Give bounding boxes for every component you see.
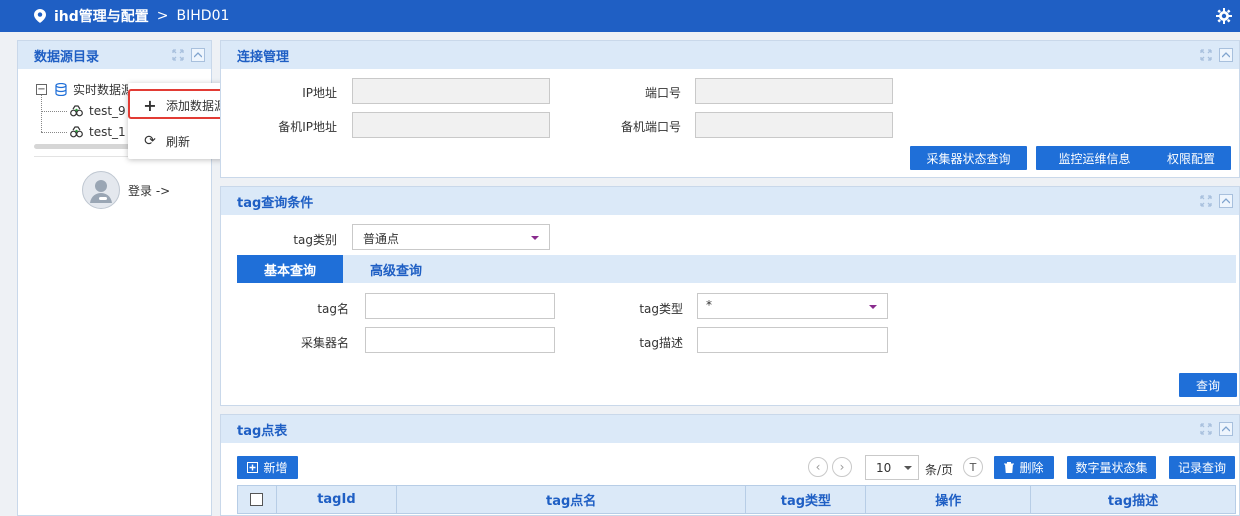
collapse-icon[interactable] [1219, 194, 1233, 208]
tag-query-panel-title: tag查询条件 [237, 195, 314, 211]
location-pin-icon [34, 9, 48, 23]
connection-node-icon [70, 126, 83, 138]
collector-name-label: 采集器名 [300, 336, 349, 350]
per-page-label: 条/页 [925, 463, 954, 477]
maximize-icon[interactable] [1199, 48, 1213, 62]
top-bar: ihd管理与配置 > BIHD01 [0, 0, 1240, 32]
breadcrumb-separator: > [156, 8, 169, 24]
tag-type-value: * [706, 298, 712, 312]
chevron-down-icon [869, 305, 877, 309]
permission-config-button[interactable]: 权限配置 [1151, 146, 1231, 170]
tag-type-select[interactable]: * [697, 293, 888, 319]
next-page-icon[interactable]: › [832, 457, 852, 477]
monitor-ops-button[interactable]: 监控运维信息 [1036, 146, 1153, 170]
tree-connector [41, 95, 42, 132]
tag-table: tagId tag点名 tag类型 操作 tag描述 [237, 485, 1236, 514]
backup-port-label: 备机端口号 [620, 120, 681, 134]
collector-status-button[interactable]: 采集器状态查询 [910, 146, 1027, 170]
tag-table-panel-header: tag点表 [221, 415, 1239, 443]
tree-node-child[interactable]: test_9 [70, 104, 126, 118]
page-size-select[interactable]: 10 [865, 455, 919, 480]
column-tag-desc[interactable]: tag描述 [1030, 485, 1236, 514]
connection-panel: 连接管理 IP地址 端口号 备机IP地址 备机端口号 采集器状态查询 监控运维信… [220, 40, 1240, 178]
prev-page-icon[interactable]: ‹ [808, 457, 828, 477]
tab-basic-query[interactable]: 基本查询 [237, 255, 343, 283]
add-button[interactable]: 新增 [237, 456, 298, 479]
tree-connector [41, 111, 67, 112]
delete-button[interactable]: 删除 [994, 456, 1054, 479]
tag-query-panel-header: tag查询条件 [221, 187, 1239, 215]
tree-node-realtime[interactable]: − 实时数据源 [36, 81, 133, 98]
maximize-icon[interactable] [171, 48, 185, 62]
add-button-label: 新增 [263, 461, 288, 475]
text-format-icon[interactable]: T [963, 457, 983, 477]
database-icon [55, 83, 67, 96]
port-label: 端口号 [644, 86, 681, 100]
tree-node-label: 实时数据源 [73, 83, 134, 97]
avatar[interactable] [82, 171, 120, 209]
record-query-button[interactable]: 记录查询 [1169, 456, 1235, 479]
login-link[interactable]: 登录 -> [128, 182, 170, 199]
tag-query-panel: tag查询条件 tag类别 普通点 基本查询 高级查询 tag名 tag类型 *… [220, 186, 1240, 406]
page-size-value: 10 [876, 461, 892, 475]
tree-node-label: test_1 [89, 125, 126, 139]
tag-desc-label: tag描述 [639, 336, 683, 350]
search-button[interactable]: 查询 [1179, 373, 1237, 397]
breadcrumb-page: BIHD01 [176, 8, 230, 24]
menu-item-label: 刷新 [166, 134, 191, 149]
tree-connector [41, 132, 67, 133]
collector-name-input[interactable] [365, 327, 555, 353]
column-tag-type[interactable]: tag类型 [745, 485, 867, 514]
connection-panel-header: 连接管理 [221, 41, 1239, 69]
ip-field[interactable] [352, 78, 550, 104]
column-actions: 操作 [865, 485, 1032, 514]
query-tabs: 基本查询 高级查询 [237, 255, 1236, 283]
collapse-icon[interactable] [1219, 48, 1233, 62]
tag-name-input[interactable] [365, 293, 555, 319]
port-field[interactable] [695, 78, 893, 104]
connection-panel-title: 连接管理 [237, 49, 290, 65]
collapse-icon[interactable] [1219, 422, 1233, 436]
delete-button-label: 删除 [1019, 461, 1044, 475]
tag-category-value: 普通点 [363, 232, 400, 246]
connection-node-icon [70, 105, 83, 117]
digital-state-set-button[interactable]: 数字量状态集 [1067, 456, 1156, 479]
collapse-icon[interactable] [191, 48, 205, 62]
tag-name-label: tag名 [317, 302, 349, 316]
backup-ip-field[interactable] [352, 112, 550, 138]
trash-icon [1004, 462, 1015, 473]
chevron-down-icon [904, 466, 912, 470]
gear-icon[interactable] [1216, 8, 1232, 24]
datasource-panel-title: 数据源目录 [34, 49, 100, 65]
tag-category-select[interactable]: 普通点 [352, 224, 550, 250]
maximize-icon[interactable] [1199, 194, 1213, 208]
column-tagid[interactable]: tagId [275, 485, 397, 514]
tag-table-panel-title: tag点表 [237, 423, 288, 439]
select-all-checkbox[interactable] [250, 493, 264, 506]
tag-desc-input[interactable] [697, 327, 888, 353]
refresh-icon: ⟳ [144, 133, 156, 149]
tab-advanced-query[interactable]: 高级查询 [343, 255, 449, 283]
tree-expander[interactable]: − [36, 84, 47, 95]
breadcrumb-app[interactable]: ihd管理与配置 [54, 6, 149, 26]
column-tag-name[interactable]: tag点名 [395, 485, 747, 514]
tag-category-label: tag类别 [293, 233, 337, 247]
tree-node-label: test_9 [89, 104, 126, 118]
backup-ip-label: 备机IP地址 [278, 120, 337, 134]
tag-table-panel: tag点表 新增 ‹ › 10 条/页 T 删除 数字量状态集 记录查询 tag… [220, 414, 1240, 516]
tag-type-label: tag类型 [639, 302, 683, 316]
datasource-panel-header: 数据源目录 [18, 41, 211, 69]
tree-node-child[interactable]: test_1 [70, 125, 126, 139]
chevron-down-icon [531, 236, 539, 240]
ip-label: IP地址 [302, 86, 337, 100]
backup-port-field[interactable] [695, 112, 893, 138]
maximize-icon[interactable] [1199, 422, 1213, 436]
select-all-cell[interactable] [237, 485, 277, 514]
add-icon [247, 462, 259, 473]
login-area[interactable]: 登录 -> [82, 171, 170, 209]
table-header-row: tagId tag点名 tag类型 操作 tag描述 [237, 485, 1236, 514]
